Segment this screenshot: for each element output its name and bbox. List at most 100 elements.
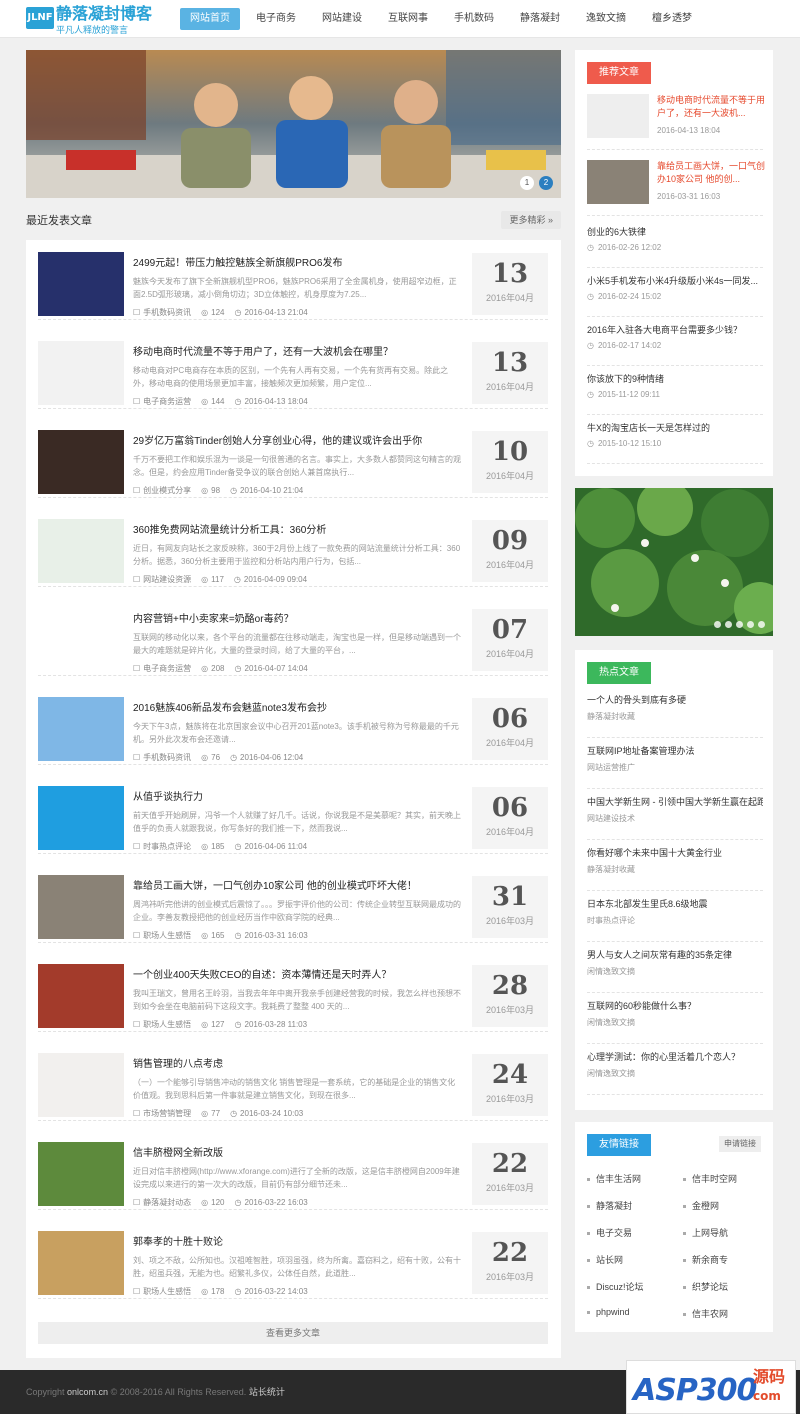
article-thumbnail[interactable] [38, 697, 124, 761]
nav-item[interactable]: 逸致文摘 [576, 8, 636, 30]
apply-link-button[interactable]: 申请链接 [719, 1136, 761, 1152]
category-link[interactable]: ☐ 电子商务运营 [133, 664, 191, 673]
article-item[interactable]: 信丰脐橙网全新改版 近日对信丰脐橙网(http://www.xforange.co… [38, 1130, 548, 1210]
category-link[interactable]: ☐ 职场人生感悟 [133, 931, 191, 940]
site-logo[interactable]: JLNF 静落凝封博客 平凡人释放的警言 [26, 5, 156, 35]
recommend-thumbnail[interactable] [587, 160, 649, 204]
article-item[interactable]: 移动电商时代流量不等于用户了，还有一大波机会在哪里？ 移动电商对PC电商存在本质的… [38, 329, 548, 409]
hot-item[interactable]: 一个人的骨头到底有多硬 静落凝封收藏 [587, 694, 763, 738]
article-item[interactable]: 从值乎谈执行力 前天值乎开始刷屏，冯爷一个人就赚了好几千。话说，你说我是不是美慕呢… [38, 774, 548, 854]
article-title[interactable]: 移动电商时代流量不等于用户了，还有一大波机会在哪里？ [133, 343, 453, 358]
category-link[interactable]: ☐ 时事热点评论 [133, 842, 191, 851]
article-thumbnail[interactable] [38, 252, 124, 316]
nav-item[interactable]: 互联网事 [378, 8, 438, 30]
friend-link[interactable]: 织梦论坛 [683, 1280, 728, 1293]
friend-link[interactable]: 信丰农网 [683, 1307, 728, 1320]
article-title[interactable]: 靠给员工画大饼，一口气创办10家公司 他的创业模式吓坏大佬！ [133, 877, 453, 892]
hot-title[interactable]: 中国大学新生网 - 引领中国大学新生赢在起跑线 [587, 796, 763, 809]
friend-link[interactable]: 金橙网 [683, 1199, 719, 1212]
article-title[interactable]: 2499元起！带压力触控魅族全新旗舰PRO6发布 [133, 254, 453, 269]
load-more-button[interactable]: 查看更多文章 [38, 1322, 548, 1344]
article-thumbnail[interactable] [38, 519, 124, 583]
hot-item[interactable]: 你看好哪个未来中国十大黄金行业 静落凝封收藏 [587, 847, 763, 891]
hot-item[interactable]: 心理学测试：你的心里活着几个恋人？ 闲情逸致文摘 [587, 1051, 763, 1095]
nav-item[interactable]: 手机数码 [444, 8, 504, 30]
article-item[interactable]: 一个创业400天失败CEO的自述：资本薄情还是天时弄人？ 我叫王瑞文，曾用名王岭羽… [38, 952, 548, 1032]
article-title[interactable]: 2016魅族406新品发布会魅蓝note3发布会抄 [133, 699, 453, 714]
recommend-thumbnail[interactable] [587, 94, 649, 138]
recommend-title[interactable]: 小米5手机发布小米4升级版小米4s一同发... [587, 275, 763, 288]
footer-site-link[interactable]: onlcom.cn [67, 1387, 108, 1397]
hero-banner[interactable]: 12 [26, 50, 561, 198]
category-link[interactable]: ☐ 职场人生感悟 [133, 1020, 191, 1029]
recommend-item[interactable]: 牛X的淘宝店长一天是怎样过的 ◷ 2015-10-12 15:10 [587, 422, 763, 464]
hot-item[interactable]: 互联网IP地址备案管理办法 网站运营推广 [587, 745, 763, 789]
nav-item[interactable]: 网站建设 [312, 8, 372, 30]
recommend-item[interactable]: 你该放下的9种情绪 ◷ 2015-11-12 09:11 [587, 373, 763, 415]
hot-title[interactable]: 你看好哪个未来中国十大黄金行业 [587, 847, 763, 860]
recommend-item[interactable]: 靠给员工画大饼，一口气创办10家公司 他的创... 2016-03-31 16:0… [587, 160, 765, 216]
slide-dot[interactable] [725, 621, 732, 628]
article-title[interactable]: 360推免费网站流量统计分析工具：360分析 [133, 521, 453, 536]
friend-link[interactable]: 电子交易 [587, 1226, 632, 1239]
category-link[interactable]: ☐ 电子商务运营 [133, 397, 191, 406]
friend-link[interactable]: Discuz!论坛 [587, 1280, 644, 1293]
article-thumbnail[interactable] [38, 1231, 124, 1295]
article-item[interactable]: 29岁亿万富翁Tinder创始人分享创业心得，他的建议或许会出乎你 千万不要把工作… [38, 418, 548, 498]
article-title[interactable]: 内容营销+中小卖家来=奶酪or毒药？ [133, 610, 453, 625]
friend-link[interactable]: 静落凝封 [587, 1199, 632, 1212]
category-link[interactable]: ☐ 手机数码资讯 [133, 753, 191, 762]
hot-item[interactable]: 日本东北部发生里氏8.6级地震 时事热点评论 [587, 898, 763, 942]
nav-item[interactable]: 网站首页 [180, 8, 240, 30]
sidebar-slideshow[interactable] [575, 488, 773, 636]
hot-item[interactable]: 男人与女人之间灰常有趣的35条定律 闲情逸致文摘 [587, 949, 763, 993]
article-item[interactable]: 销售管理的八点考虑 （一）一个能够引导销售冲动的销售文化 销售管理是一套系统，它的… [38, 1041, 548, 1121]
article-item[interactable]: 2499元起！带压力触控魅族全新旗舰PRO6发布 魅族今天发布了旗下全新旗舰机型P… [38, 240, 548, 320]
nav-item[interactable]: 檀乡透梦 [642, 8, 702, 30]
article-title[interactable]: 销售管理的八点考虑 [133, 1055, 453, 1070]
article-item[interactable]: 靠给员工画大饼，一口气创办10家公司 他的创业模式吓坏大佬！ 周鸿祎听完他讲的创业… [38, 863, 548, 943]
recommend-title[interactable]: 创业的6大铁律 [587, 226, 763, 239]
slide-dot[interactable] [736, 621, 743, 628]
article-item[interactable]: 2016魅族406新品发布会魅蓝note3发布会抄 今天下午3点，魅族将在北京国家… [38, 685, 548, 765]
recommend-title[interactable]: 2016年入驻各大电商平台需要多少钱？ [587, 324, 763, 337]
article-thumbnail[interactable] [38, 964, 124, 1028]
recommend-item[interactable]: 创业的6大铁律 ◷ 2016-02-26 12:02 [587, 226, 763, 268]
nav-item[interactable]: 电子商务 [246, 8, 306, 30]
article-thumbnail[interactable] [38, 1142, 124, 1206]
recommend-item[interactable]: 小米5手机发布小米4升级版小米4s一同发... ◷ 2016-02-24 15:02 [587, 275, 763, 317]
recommend-title[interactable]: 靠给员工画大饼，一口气创办10家公司 他的创... [657, 160, 767, 186]
nav-item[interactable]: 静落凝封 [510, 8, 570, 30]
recommend-title[interactable]: 你该放下的9种情绪 [587, 373, 763, 386]
category-link[interactable]: ☐ 市场营销管理 [133, 1109, 191, 1118]
recommend-item[interactable]: 移动电商时代流量不等于用户了，还有一大波机... 2016-04-13 18:04 [587, 94, 765, 150]
more-articles-button[interactable]: 更多精彩 » [501, 211, 561, 229]
category-link[interactable]: ☐ 网站建设资源 [133, 575, 191, 584]
category-link[interactable]: ☐ 职场人生感悟 [133, 1287, 191, 1296]
hot-title[interactable]: 一个人的骨头到底有多硬 [587, 694, 763, 707]
article-thumbnail[interactable] [38, 875, 124, 939]
article-thumbnail[interactable] [38, 1053, 124, 1117]
hot-title[interactable]: 日本东北部发生里氏8.6级地震 [587, 898, 763, 911]
friend-link[interactable]: 信丰时空网 [683, 1172, 737, 1185]
friend-link[interactable]: 新余商专 [683, 1253, 728, 1266]
category-link[interactable]: ☐ 手机数码资讯 [133, 308, 191, 317]
hot-item[interactable]: 互联网的60秒能做什么事？ 闲情逸致文摘 [587, 1000, 763, 1044]
hot-title[interactable]: 男人与女人之间灰常有趣的35条定律 [587, 949, 763, 962]
recommend-title[interactable]: 移动电商时代流量不等于用户了，还有一大波机... [657, 94, 767, 120]
article-title[interactable]: 一个创业400天失败CEO的自述：资本薄情还是天时弄人？ [133, 966, 453, 981]
article-item[interactable]: 360推免费网站流量统计分析工具：360分析 近日，有网友向站长之家反映称，360… [38, 507, 548, 587]
hot-title[interactable]: 心理学测试：你的心里活着几个恋人？ [587, 1051, 763, 1064]
slide-dot[interactable] [747, 621, 754, 628]
article-title[interactable]: 郭奉孝的十胜十败论 [133, 1233, 453, 1248]
category-link[interactable]: ☐ 创业模式分享 [133, 486, 191, 495]
article-thumbnail[interactable] [38, 430, 124, 494]
article-item[interactable]: 郭奉孝的十胜十败论 刘、项之不敌，公所知也。汉祖唯智胜，项羽虽强，终为所禽。嘉窃料… [38, 1219, 548, 1299]
hot-title[interactable]: 互联网IP地址备案管理办法 [587, 745, 763, 758]
recommend-title[interactable]: 牛X的淘宝店长一天是怎样过的 [587, 422, 763, 435]
friend-link[interactable]: 信丰生活网 [587, 1172, 641, 1185]
article-thumbnail[interactable] [38, 608, 124, 672]
friend-link[interactable]: 站长网 [587, 1253, 623, 1266]
slide-dot[interactable] [714, 621, 721, 628]
hot-title[interactable]: 互联网的60秒能做什么事？ [587, 1000, 763, 1013]
